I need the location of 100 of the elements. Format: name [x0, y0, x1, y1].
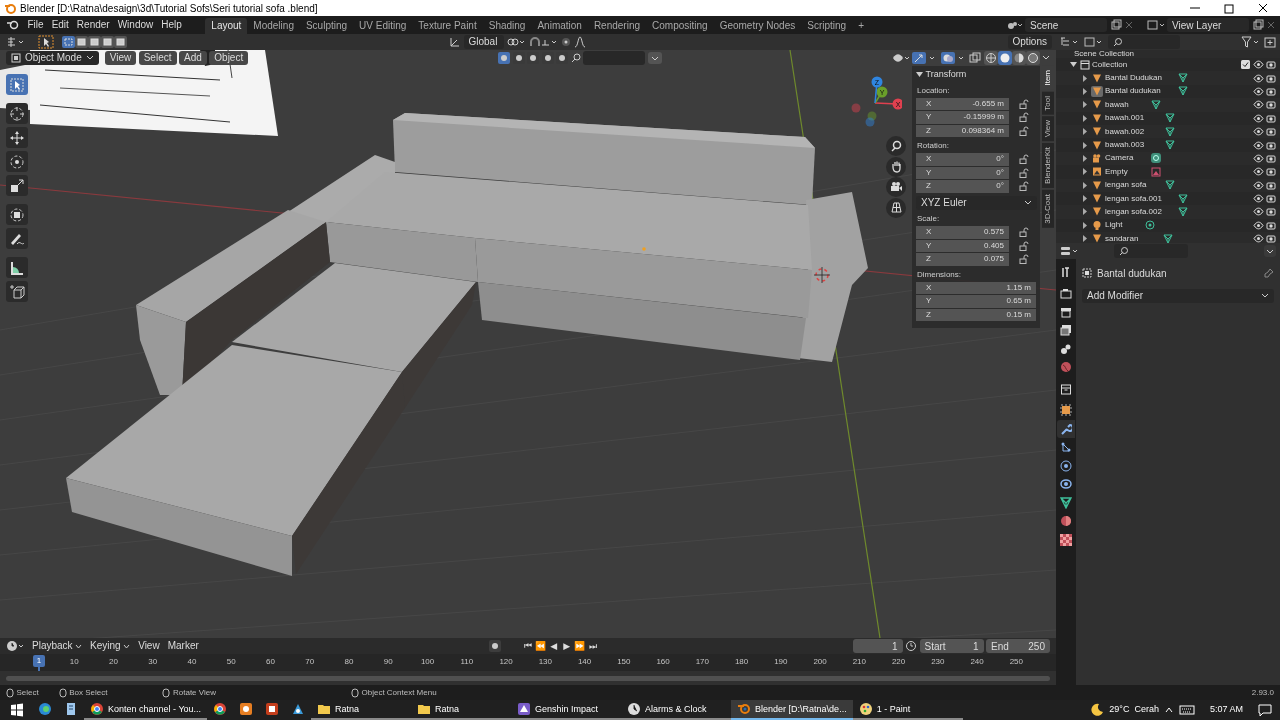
taskbar-button[interactable]: Ratna: [411, 700, 512, 720]
playback-button[interactable]: ⏪: [534, 641, 548, 651]
playback-button[interactable]: ⏩: [573, 641, 587, 651]
end-frame-field[interactable]: End 250: [986, 639, 1050, 653]
playback-button[interactable]: ◀: [547, 641, 561, 651]
collection-name[interactable]: Collection: [1092, 58, 1128, 71]
workspace-tab[interactable]: Geometry Nodes: [713, 18, 802, 34]
playback-button[interactable]: ⏭: [586, 641, 600, 651]
menu-item[interactable]: Render: [74, 20, 113, 30]
number-field[interactable]: X 0°: [916, 153, 1009, 166]
window-title: Blender [D:\Ratna\desaign\3d\Tutorial Sofs\Seri tutorial sofa .blend]: [20, 1, 318, 16]
frame-number: 50: [226, 656, 236, 668]
clock-label[interactable]: 5:07 AM: [1209, 703, 1243, 717]
outliner-item[interactable]: Camera: [1105, 152, 1148, 165]
frame-number: 250: [1009, 656, 1023, 668]
shortcut-hint: Rotate View: [173, 686, 216, 699]
rotation-mode-dropdown[interactable]: XYZ Euler: [916, 196, 1037, 210]
number-field[interactable]: X 1.15 m: [916, 281, 1036, 294]
viewport-menu[interactable]: Object: [209, 51, 249, 65]
timeline-menu[interactable]: Marker: [167, 641, 199, 651]
workspace-tab[interactable]: UV Editing: [353, 18, 413, 34]
scene-field[interactable]: Scene: [1025, 18, 1107, 32]
number-field[interactable]: Y 0.65 m: [916, 295, 1036, 308]
timeline-menu[interactable]: View: [138, 641, 160, 651]
frame-number: 130: [538, 656, 552, 668]
outliner-item[interactable]: bawah.001: [1105, 112, 1162, 125]
workspace-tab[interactable]: Sculpting: [299, 18, 354, 34]
frame-number: 60: [266, 656, 275, 668]
outliner-item[interactable]: lengan sofa.001: [1105, 192, 1175, 205]
shortcut-hint: Select: [16, 686, 39, 699]
viewport-menu[interactable]: Select: [138, 51, 177, 65]
object-name: Bantal dudukan: [1097, 266, 1167, 281]
number-field[interactable]: X 0.575: [916, 226, 1009, 239]
taskbar-button[interactable]: Ratna: [311, 700, 412, 720]
current-frame-field[interactable]: 1: [852, 639, 903, 653]
menu-item[interactable]: Edit: [49, 20, 72, 30]
outliner-item[interactable]: bawah: [1105, 98, 1148, 111]
number-field[interactable]: Z 0.075: [916, 253, 1009, 266]
number-field[interactable]: Y 0.405: [916, 239, 1009, 252]
outliner-item[interactable]: sandaran: [1105, 232, 1160, 243]
taskbar-button[interactable]: Blender [D:\Ratna\de...: [731, 700, 853, 720]
taskbar-button[interactable]: Genshin Impact: [511, 700, 622, 720]
mode-dropdown[interactable]: Object Mode: [6, 51, 99, 65]
shortcut-hint: Object Context Menu: [361, 686, 437, 699]
orientation-dropdown[interactable]: Global: [463, 35, 504, 49]
outliner-item[interactable]: Light: [1105, 219, 1142, 232]
workspace-tab[interactable]: Layout: [205, 18, 248, 34]
taskbar-button[interactable]: Konten channel - You...: [84, 700, 208, 720]
workspace-tab[interactable]: Shading: [482, 18, 532, 34]
add-workspace-button[interactable]: +: [852, 18, 870, 34]
frame-number: 110: [460, 656, 474, 668]
playhead[interactable]: 1: [33, 655, 45, 667]
sidebar-tab[interactable]: Tool: [1042, 91, 1054, 115]
playback-button[interactable]: ▶: [560, 641, 574, 651]
number-field[interactable]: Z 0°: [916, 180, 1009, 193]
workspace-tab[interactable]: Rendering: [587, 18, 647, 34]
viewport-menu[interactable]: Add: [179, 51, 207, 65]
workspace-tab[interactable]: Modeling: [247, 18, 300, 34]
sidebar-tab[interactable]: BlenderKit: [1042, 143, 1054, 189]
sidebar-tab[interactable]: View: [1042, 116, 1054, 142]
frame-number: 200: [813, 656, 827, 668]
workspace-tab[interactable]: Texture Paint: [412, 18, 483, 34]
workspace-tab[interactable]: Compositing: [646, 18, 714, 34]
weather-label[interactable]: Cerah: [1134, 703, 1159, 717]
taskbar-button[interactable]: 1 - Paint: [852, 700, 963, 720]
frame-number: 170: [695, 656, 709, 668]
outliner-item[interactable]: Bantal Dudukan: [1105, 72, 1175, 85]
outliner-item[interactable]: bawah.002: [1105, 125, 1162, 138]
start-frame-field[interactable]: Start 1: [919, 639, 984, 653]
shortcut-hint: Box Select: [69, 686, 108, 699]
number-field[interactable]: Z 0.15 m: [916, 308, 1036, 321]
number-field[interactable]: X -0.655 m: [916, 97, 1009, 110]
frame-number: 100: [420, 656, 435, 668]
timeline-menu[interactable]: Keying: [90, 641, 131, 651]
number-field[interactable]: Y 0°: [916, 166, 1009, 179]
add-modifier-dropdown[interactable]: Add Modifier: [1082, 289, 1274, 303]
scene-collection-label[interactable]: Scene Collection: [1074, 50, 1135, 58]
outliner-item[interactable]: lengan sofa.002: [1105, 206, 1175, 218]
view-layer-field[interactable]: View Layer: [1167, 18, 1249, 32]
outliner-item[interactable]: Bantal dudukan: [1105, 85, 1175, 98]
workspace-tab[interactable]: Animation: [531, 18, 588, 34]
frame-number: 80: [344, 656, 354, 668]
menu-item[interactable]: File: [25, 20, 47, 30]
frame-number: 190: [774, 656, 788, 668]
temperature-label[interactable]: 29°C: [1109, 703, 1130, 717]
frame-number: 120: [499, 656, 513, 668]
menu-item[interactable]: Window: [115, 20, 156, 30]
number-field[interactable]: Y -0.15999 m: [916, 111, 1009, 124]
number-field[interactable]: Z 0.098364 m: [916, 124, 1009, 137]
workspace-tab[interactable]: Scripting: [801, 18, 853, 34]
timeline-menu[interactable]: Playback: [32, 641, 83, 651]
playback-button[interactable]: ⏮: [521, 641, 535, 651]
menu-item[interactable]: Help: [158, 20, 185, 30]
outliner-item[interactable]: lengan sofa: [1105, 179, 1162, 192]
panel-title[interactable]: Transform: [925, 68, 967, 82]
outliner-item[interactable]: bawah.003: [1105, 139, 1162, 152]
sidebar-tab[interactable]: 3D-Coat: [1042, 190, 1054, 229]
outliner-item[interactable]: Empty: [1105, 165, 1148, 178]
options-dropdown[interactable]: Options: [1007, 35, 1052, 49]
viewport-menu[interactable]: View: [104, 51, 137, 65]
